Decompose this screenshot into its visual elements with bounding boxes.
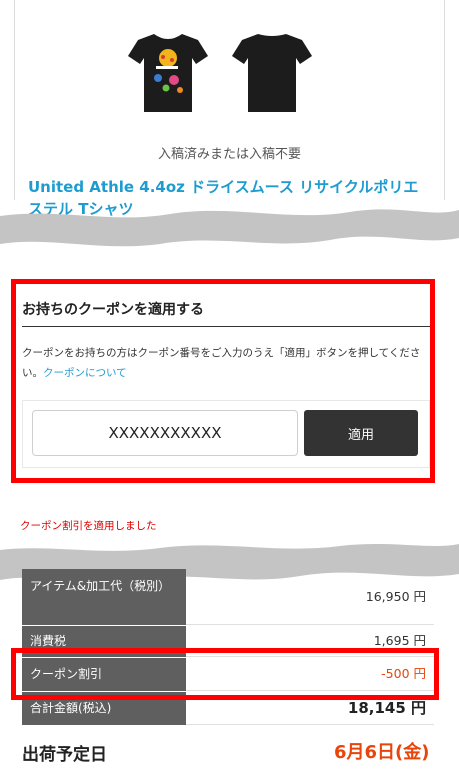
- coupon-description: クーポンをお持ちの方はクーポン番号をご入力のうえ「適用」ボタンを押してください。…: [22, 343, 432, 383]
- price-label: アイテム&加工代（税別）: [22, 569, 186, 625]
- card-border-right: [444, 0, 445, 200]
- shipping-label: 出荷予定日: [22, 745, 107, 765]
- tshirt-back-image[interactable]: [232, 30, 312, 114]
- coupon-applied-message: クーポン割引を適用しました: [20, 520, 157, 532]
- price-value: 16,950 円: [186, 569, 434, 625]
- coupon-info-link[interactable]: クーポンについて: [43, 367, 127, 379]
- coupon-divider: [22, 326, 430, 327]
- upload-status: 入稿済みまたは入稿不要: [157, 147, 301, 162]
- tshirt-front-image[interactable]: [128, 30, 208, 114]
- apply-coupon-button[interactable]: 適用: [304, 410, 418, 456]
- shipping-date: 6月6日(金): [334, 742, 430, 763]
- card-border-left: [14, 0, 15, 200]
- row-divider: [22, 625, 186, 626]
- coupon-code-input[interactable]: [32, 410, 298, 456]
- coupon-heading: お持ちのクーポンを適用する: [22, 302, 204, 318]
- torn-separator: [0, 209, 459, 247]
- price-row-subtotal: アイテム&加工代（税別） 16,950 円: [22, 569, 434, 625]
- discount-row-highlight: [11, 648, 439, 700]
